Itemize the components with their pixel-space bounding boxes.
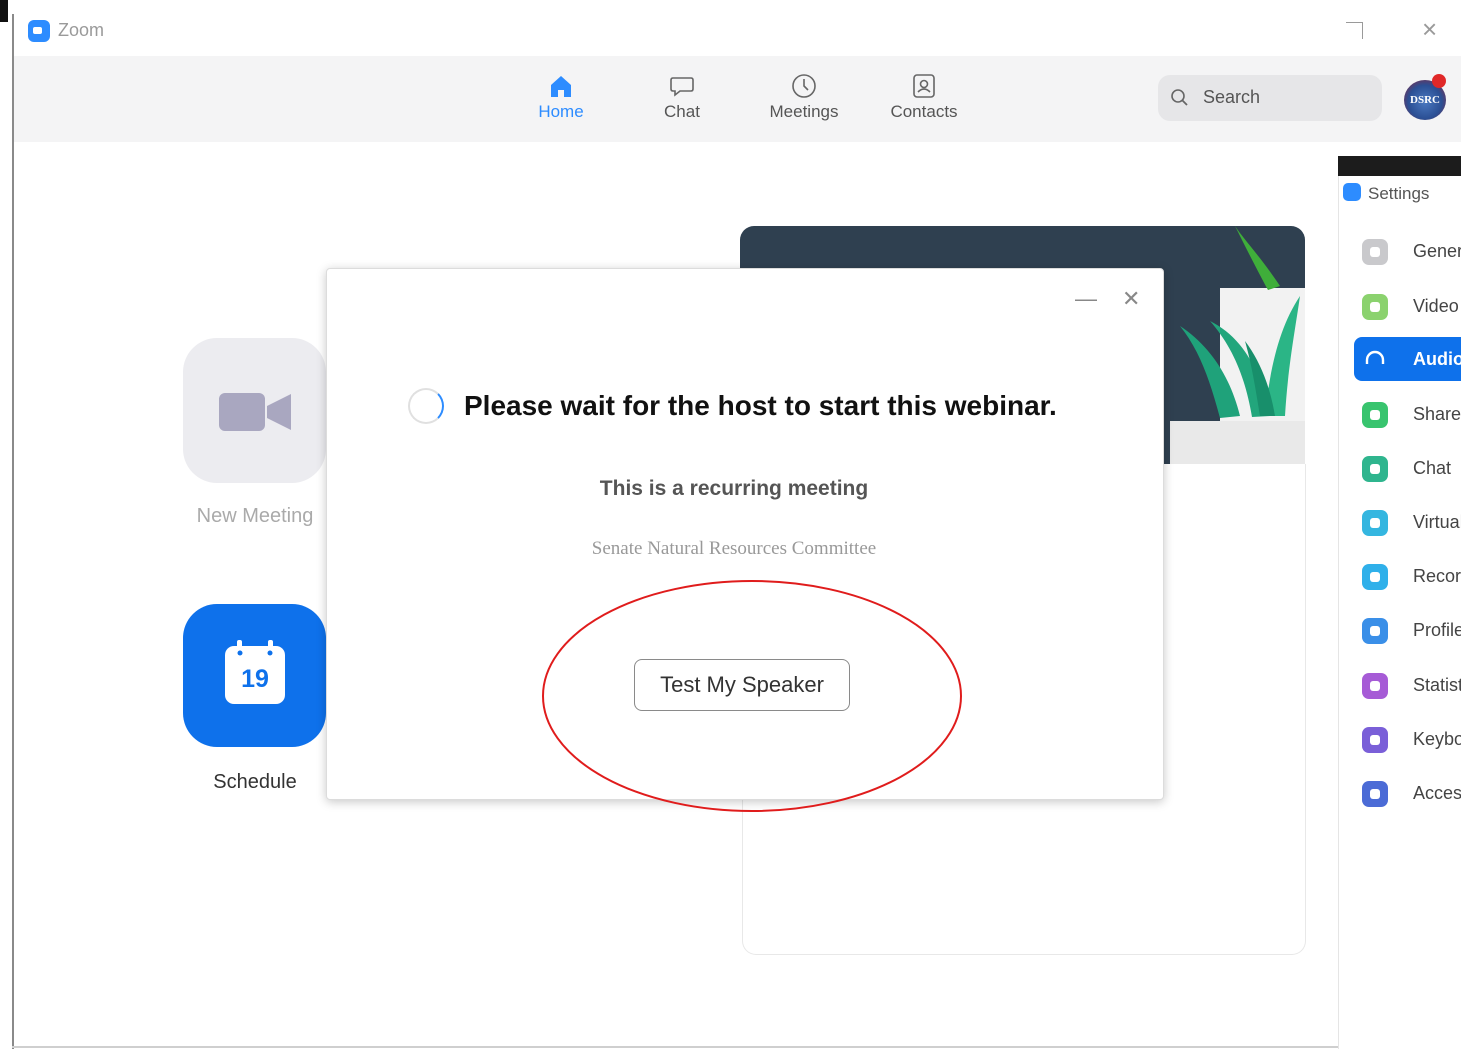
settings-item[interactable]: Accessibility (1354, 771, 1461, 815)
tab-meetings-label: Meetings (769, 102, 839, 121)
search-input[interactable]: Search (1203, 87, 1260, 108)
tab-meetings[interactable]: Meetings (754, 72, 854, 122)
settings-item[interactable]: Profile (1354, 608, 1461, 652)
settings-item[interactable]: Virtual Background (1354, 500, 1461, 544)
window-bottom-border (12, 1046, 1338, 1048)
settings-item[interactable]: Recording (1354, 554, 1461, 598)
settings-item[interactable]: Audio (1354, 337, 1461, 381)
settings-item[interactable]: Statistics (1354, 663, 1461, 707)
settings-item[interactable]: Keyboard Shortcuts (1354, 717, 1461, 761)
settings-item[interactable]: Chat (1354, 446, 1461, 490)
dialog-message: Please wait for the host to start this w… (464, 390, 1057, 421)
settings-item-label: Virtual Background (1413, 512, 1461, 532)
zoom-logo-icon (28, 20, 50, 42)
settings-item-label: Statistics (1413, 675, 1461, 695)
settings-item-label: General (1413, 241, 1461, 261)
settings-item[interactable]: Video (1354, 284, 1461, 328)
contact-card-icon (913, 74, 935, 98)
maximize-button[interactable] (1346, 22, 1363, 39)
recurring-meeting-text: This is a recurring meeting (599, 477, 869, 500)
profile-icon (1362, 618, 1388, 644)
meeting-topic: Senate Natural Resources Committee (591, 538, 877, 559)
tab-home[interactable]: Home (511, 72, 611, 122)
virtual-background-icon (1362, 510, 1388, 536)
search-icon (1171, 89, 1188, 106)
chat-icon (1362, 456, 1388, 482)
settings-item[interactable]: Share Screen (1354, 392, 1461, 436)
dialog-minimize-button[interactable]: — (1075, 286, 1097, 312)
window-title: Zoom (58, 20, 105, 40)
settings-item-label: Video (1413, 296, 1459, 316)
tab-contacts-label: Contacts (890, 102, 958, 121)
record-icon (1362, 564, 1388, 590)
share-screen-icon (1362, 402, 1388, 428)
statistics-icon (1362, 673, 1388, 699)
avatar-text: DSRC (1410, 94, 1440, 106)
calendar-day: 19 (241, 665, 269, 693)
settings-item-label: Accessibility (1413, 783, 1461, 803)
settings-zoom-icon (1343, 183, 1361, 201)
settings-item-label: Keyboard Shortcuts (1413, 729, 1461, 749)
new-meeting-label: New Meeting (196, 505, 314, 527)
title-bar (14, 0, 1461, 56)
settings-item[interactable]: General (1354, 229, 1461, 273)
settings-item-label: Audio (1413, 349, 1461, 369)
settings-item-label: Share Screen (1413, 404, 1461, 424)
gear-icon (1362, 239, 1388, 265)
window-edge-marker (0, 0, 8, 22)
video-camera-icon (219, 393, 291, 431)
settings-item-label: Profile (1413, 620, 1461, 640)
tab-home-label: Home (538, 102, 584, 121)
tab-chat-label: Chat (664, 102, 700, 121)
schedule-button[interactable]: 19 (183, 604, 326, 747)
tab-contacts[interactable]: Contacts (874, 72, 974, 122)
home-icon (551, 76, 571, 97)
search-box[interactable] (1158, 75, 1382, 121)
settings-title: Settings (1368, 184, 1430, 203)
window-close-button[interactable]: × (1422, 14, 1437, 44)
notification-badge (1432, 74, 1446, 88)
loading-spinner-icon (408, 388, 444, 424)
window-left-border (12, 14, 14, 1049)
tab-chat[interactable]: Chat (632, 72, 732, 122)
dialog-close-button[interactable]: ✕ (1122, 286, 1140, 312)
settings-item-label: Chat (1413, 458, 1452, 478)
settings-item-label: Recording (1413, 566, 1461, 586)
schedule-label: Schedule (213, 771, 297, 793)
annotation-circle (542, 580, 962, 812)
chat-bubble-icon (670, 77, 694, 97)
headphones-icon (1362, 347, 1388, 373)
clock-icon (792, 74, 816, 98)
settings-window-titlebar (1338, 156, 1461, 176)
video-camera-icon (1362, 294, 1388, 320)
keyboard-icon (1362, 727, 1388, 753)
new-meeting-button[interactable] (183, 338, 326, 483)
accessibility-icon (1362, 781, 1388, 807)
